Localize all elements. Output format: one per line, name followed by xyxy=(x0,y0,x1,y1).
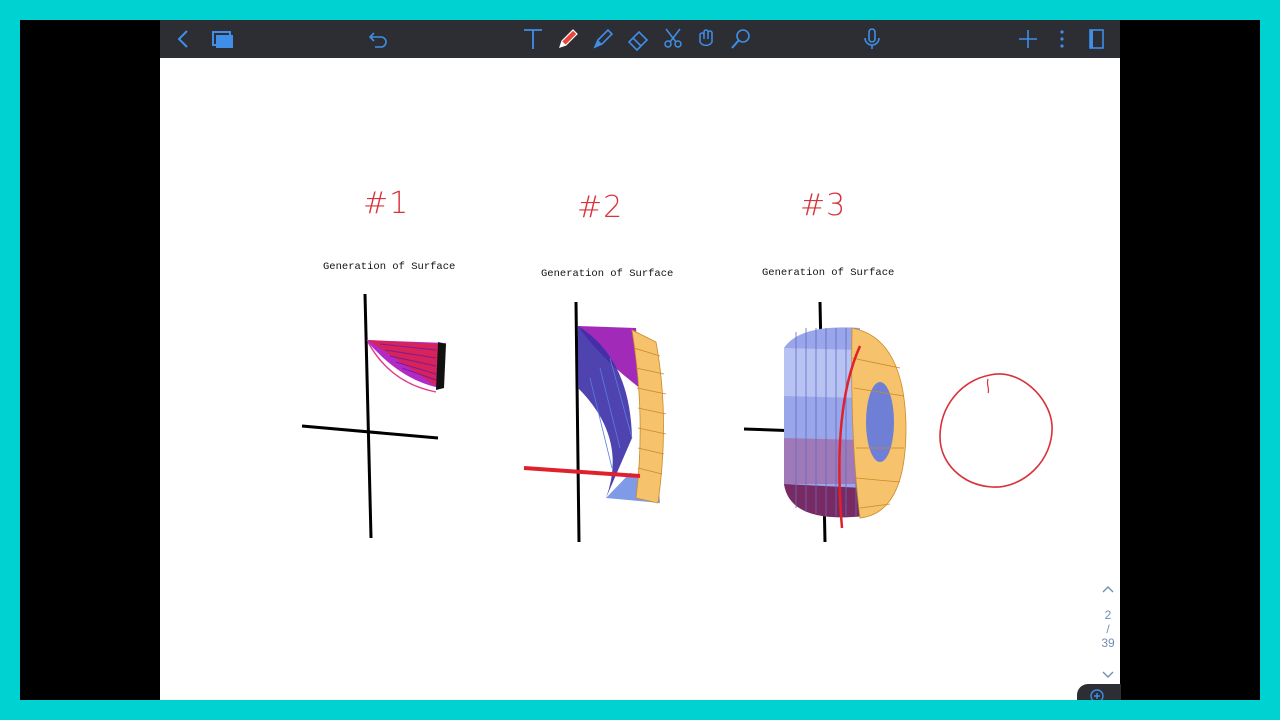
shape-tool-icon[interactable] xyxy=(691,24,721,54)
chevron-down-icon[interactable] xyxy=(1101,670,1115,680)
page-view-icon[interactable] xyxy=(1081,24,1111,54)
undo-icon[interactable] xyxy=(363,24,393,54)
surface-figure-1 xyxy=(301,293,446,539)
zoom-icon xyxy=(1090,689,1104,700)
handwritten-circle-sketch xyxy=(939,373,1053,488)
total-page-count: 39 xyxy=(1101,636,1115,650)
text-tool-icon[interactable] xyxy=(518,24,548,54)
page-number-separator: / xyxy=(1106,622,1110,636)
chevron-up-icon[interactable] xyxy=(1101,584,1115,594)
figure-caption-3: Generation of Surface xyxy=(762,267,895,279)
back-icon[interactable] xyxy=(169,24,199,54)
more-options-icon[interactable] xyxy=(1047,24,1077,54)
figure-caption-1: Generation of Surface xyxy=(323,261,456,273)
page-navigator: 2 / 39 xyxy=(1094,584,1120,688)
figure-caption-2: Generation of Surface xyxy=(541,268,674,280)
laser-pointer-icon[interactable] xyxy=(726,24,756,54)
microphone-icon[interactable] xyxy=(857,24,887,54)
top-toolbar xyxy=(160,20,1120,58)
handwritten-label-3: #3 xyxy=(800,188,847,223)
pen-tool-icon[interactable] xyxy=(553,24,583,54)
surface-figure-2 xyxy=(523,301,667,543)
notebook-page[interactable]: #1 #2 #3 Generation of Surface Generatio… xyxy=(160,58,1120,700)
surface-figure-3 xyxy=(743,301,907,543)
zoom-button[interactable] xyxy=(1077,684,1121,700)
highlighter-tool-icon[interactable] xyxy=(588,24,618,54)
add-page-icon[interactable] xyxy=(1013,24,1043,54)
handwritten-label-1: #1 xyxy=(363,186,410,221)
lasso-tool-icon[interactable] xyxy=(658,24,688,54)
current-page-number: 2 xyxy=(1104,608,1112,622)
pages-icon[interactable] xyxy=(208,24,238,54)
app-screen: #1 #2 #3 Generation of Surface Generatio… xyxy=(20,20,1260,700)
eraser-tool-icon[interactable] xyxy=(623,24,653,54)
handwritten-label-2: #2 xyxy=(577,190,624,225)
